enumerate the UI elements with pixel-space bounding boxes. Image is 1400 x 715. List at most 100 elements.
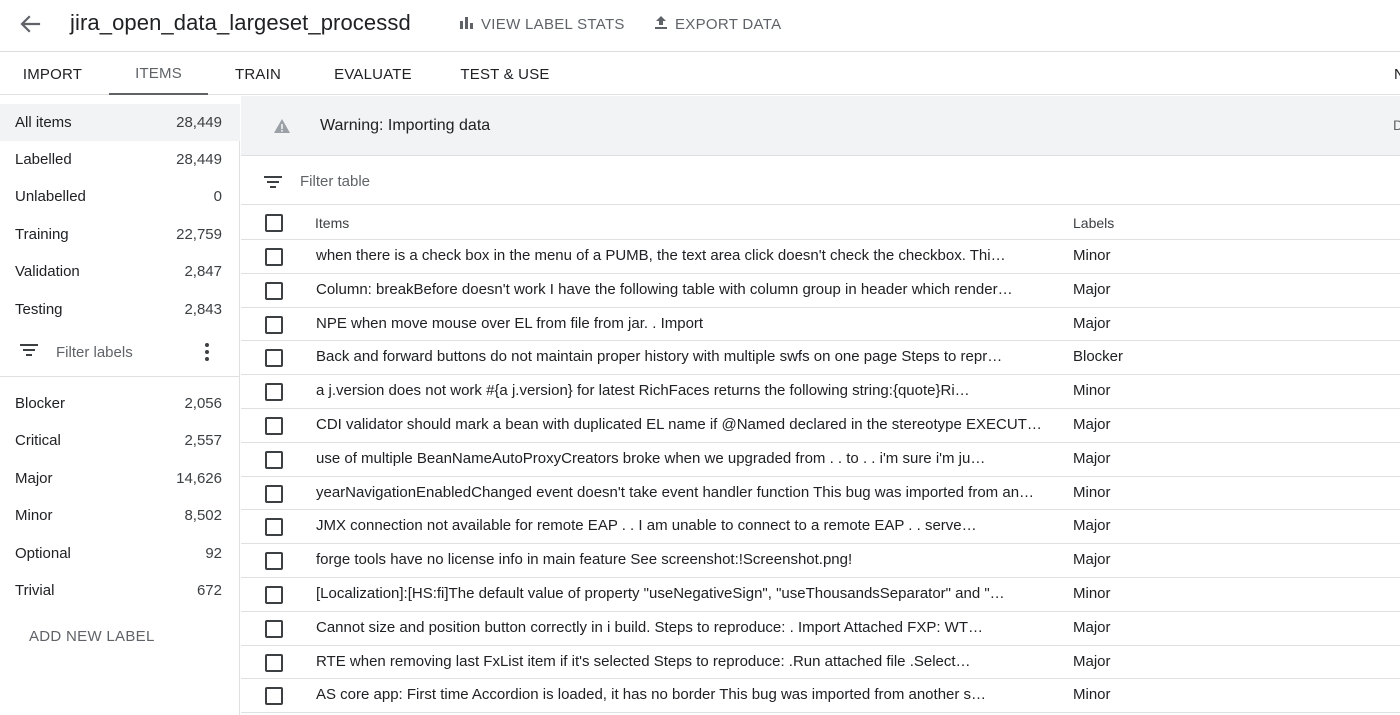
filter-labels-placeholder: Filter labels (56, 343, 133, 361)
sidebar-divider (0, 376, 240, 377)
sidebar-item-count: 0 (213, 188, 222, 205)
table-row[interactable]: Back and forward buttons do not maintain… (241, 341, 1400, 376)
sidebar-item-testing[interactable]: Testing 2,843 (0, 291, 240, 328)
tab-items[interactable]: ITEMS (109, 53, 208, 95)
table-row[interactable]: when there is a check box in the menu of… (241, 240, 1400, 274)
sidebar-item-labelled[interactable]: Labelled 28,449 (0, 141, 240, 178)
sidebar-label-minor[interactable]: Minor 8,502 (0, 497, 240, 534)
filter-icon (20, 343, 38, 362)
sidebar-item-unlabelled[interactable]: Unlabelled 0 (0, 178, 240, 215)
sidebar-item-label: Trivial (15, 582, 55, 599)
sidebar-label-major[interactable]: Major 14,626 (0, 460, 240, 497)
tab-test-and-use[interactable]: TEST & USE (444, 53, 566, 95)
row-item-text: RTE when removing last FxList item if it… (316, 652, 971, 670)
table-row[interactable]: CDI validator should mark a bean with du… (241, 409, 1400, 443)
row-checkbox[interactable] (265, 687, 283, 706)
sidebar-item-label: All items (15, 114, 72, 131)
sidebar-item-count: 22,759 (176, 226, 222, 243)
dataset-title: jira_open_data_largeset_processd (70, 10, 411, 35)
table-row[interactable]: use of multiple BeanNameAutoProxyCreator… (241, 443, 1400, 477)
row-checkbox[interactable] (265, 416, 283, 435)
row-label: Major (1073, 652, 1111, 670)
back-arrow-icon[interactable] (14, 10, 46, 38)
table-row[interactable]: RTE when removing last FxList item if it… (241, 646, 1400, 680)
table-row[interactable]: AS core app: First time Accordion is loa… (241, 679, 1400, 714)
row-item-text: CDI validator should mark a bean with du… (316, 415, 1042, 433)
select-all-checkbox[interactable] (265, 214, 283, 232)
row-item-text: JMX connection not available for remote … (316, 517, 977, 535)
row-checkbox[interactable] (265, 281, 283, 300)
view-label-stats-button[interactable]: VIEW LABEL STATS (459, 14, 625, 34)
table-row[interactable]: [Localization]:[HS:fi]The default value … (241, 578, 1400, 612)
app-header: jira_open_data_largeset_processd VIEW LA… (0, 0, 1400, 52)
column-header-items[interactable]: Items (315, 215, 349, 231)
row-item-text: Column: breakBefore doesn't work I have … (316, 280, 1013, 298)
table-row[interactable]: Cannot size and position button correctl… (241, 612, 1400, 646)
sidebar-label-trivial[interactable]: Trivial 672 (0, 572, 240, 609)
row-checkbox[interactable] (265, 349, 283, 368)
row-checkbox[interactable] (265, 619, 283, 638)
sidebar-item-label: Validation (15, 263, 80, 280)
table-row[interactable]: NPE when move mouse over EL from file fr… (241, 308, 1400, 342)
filter-table-placeholder: Filter table (300, 173, 371, 190)
sidebar-item-all-items[interactable]: All items 28,449 (0, 104, 240, 141)
row-label: Minor (1073, 686, 1111, 704)
sidebar-item-label: Unlabelled (15, 188, 86, 205)
sidebar-item-count: 2,557 (184, 432, 222, 449)
row-checkbox[interactable] (265, 248, 283, 266)
sidebar-item-label: Minor (15, 507, 53, 524)
row-checkbox[interactable] (265, 518, 283, 537)
row-label: Minor (1073, 382, 1111, 400)
sidebar-item-label: Testing (15, 301, 63, 318)
add-new-label-button[interactable]: ADD NEW LABEL (29, 628, 155, 645)
row-label: Major (1073, 517, 1111, 535)
tab-bar: IMPORT ITEMS TRAIN EVALUATE TEST & USE N (0, 53, 1400, 95)
row-item-text: forge tools have no license info in main… (316, 551, 853, 569)
row-checkbox[interactable] (265, 585, 283, 604)
tab-overflow[interactable]: N (1394, 53, 1400, 95)
sidebar-item-label: Blocker (15, 395, 66, 412)
row-item-text: when there is a check box in the menu of… (316, 247, 1006, 264)
table-row[interactable]: Column: breakBefore doesn't work I have … (241, 274, 1400, 308)
row-item-text: [Localization]:[HS:fi]The default value … (316, 584, 1005, 602)
sidebar: All items 28,449 Labelled 28,449 Unlabel… (0, 104, 240, 715)
tab-train[interactable]: TRAIN (212, 53, 304, 95)
sidebar-item-label: Labelled (15, 151, 72, 168)
table-header: Items Labels (241, 206, 1400, 240)
row-label: Major (1073, 449, 1111, 467)
sidebar-label-blocker[interactable]: Blocker 2,056 (0, 385, 240, 422)
tab-import[interactable]: IMPORT (0, 53, 105, 95)
row-label: Major (1073, 415, 1111, 433)
row-item-text: Back and forward buttons do not maintain… (316, 348, 1003, 366)
sidebar-item-validation[interactable]: Validation 2,847 (0, 253, 240, 290)
sidebar-item-count: 28,449 (176, 151, 222, 168)
tab-evaluate[interactable]: EVALUATE (312, 53, 434, 95)
filter-labels-input[interactable]: Filter labels (0, 334, 240, 370)
table-row[interactable]: yearNavigationEnabledChanged event doesn… (241, 477, 1400, 511)
sidebar-item-count: 2,847 (184, 263, 222, 280)
sidebar-label-critical[interactable]: Critical 2,557 (0, 422, 240, 459)
sidebar-item-training[interactable]: Training 22,759 (0, 216, 240, 253)
sidebar-item-label: Training (15, 226, 69, 243)
row-checkbox[interactable] (265, 383, 283, 402)
row-checkbox[interactable] (265, 484, 283, 503)
filter-table-input[interactable]: Filter table (241, 157, 1400, 205)
table-row[interactable]: forge tools have no license info in main… (241, 544, 1400, 578)
column-header-labels[interactable]: Labels (1073, 215, 1114, 231)
warning-trailing-action[interactable]: D (1393, 117, 1400, 133)
export-data-button[interactable]: EXPORT DATA (653, 14, 781, 34)
row-checkbox[interactable] (265, 315, 283, 334)
row-label: Minor (1073, 483, 1111, 501)
sidebar-item-label: Major (15, 470, 53, 487)
table-row[interactable]: a j.version does not work #{a j.version}… (241, 375, 1400, 409)
row-item-text: Cannot size and position button correctl… (316, 618, 983, 636)
view-label-stats-label: VIEW LABEL STATS (481, 15, 625, 33)
row-checkbox[interactable] (265, 450, 283, 469)
export-data-label: EXPORT DATA (675, 15, 782, 33)
sidebar-label-optional[interactable]: Optional 92 (0, 535, 240, 572)
table-row[interactable]: JMX connection not available for remote … (241, 510, 1400, 545)
row-checkbox[interactable] (265, 653, 283, 672)
row-label: Major (1073, 618, 1111, 636)
row-checkbox[interactable] (265, 552, 283, 571)
more-vert-icon[interactable] (198, 340, 216, 364)
